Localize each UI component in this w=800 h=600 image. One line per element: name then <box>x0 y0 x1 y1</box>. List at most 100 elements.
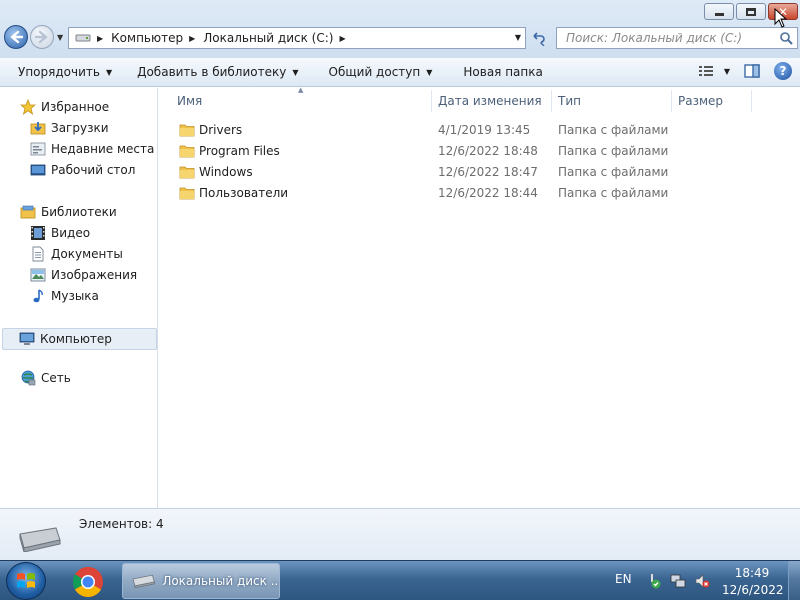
column-header-name[interactable]: Имя <box>177 88 202 114</box>
system-clock[interactable]: 18:49 12/6/2022 <box>722 565 784 599</box>
toolbar-right: ▼ ? <box>698 62 792 80</box>
file-name-cell: Program Files <box>179 144 280 158</box>
breadcrumb-computer[interactable]: Компьютер ▶ <box>111 31 203 45</box>
search-box[interactable] <box>556 27 798 49</box>
address-dropdown-icon[interactable]: ▼ <box>515 33 521 42</box>
preview-pane-icon[interactable] <box>744 63 760 79</box>
taskbar-explorer-window[interactable]: Локальный диск ... <box>122 563 280 599</box>
add-to-library-menu[interactable]: Добавить в библиотеку ▼ <box>121 58 307 86</box>
column-header-size[interactable]: Размер <box>678 88 723 114</box>
nav-downloads-label: Загрузки <box>51 121 109 135</box>
nav-downloads[interactable]: Загрузки <box>30 120 109 136</box>
column-header-date[interactable]: Дата изменения <box>438 88 542 114</box>
history-dropdown-icon[interactable]: ▼ <box>57 33 63 42</box>
clock-time: 18:49 <box>734 566 770 580</box>
window-chrome: ✕ ▼ ▶ Компьютер ▶ Локальный диск (C:) ▶ ▼ <box>0 0 800 58</box>
file-date: 12/6/2022 18:44 <box>438 185 538 200</box>
table-row[interactable]: Пользователи 12/6/2022 18:44 Папка с фай… <box>159 182 800 203</box>
column-divider[interactable] <box>671 90 672 112</box>
file-name-cell: Drivers <box>179 123 242 137</box>
maximize-button[interactable] <box>736 3 766 20</box>
language-indicator[interactable]: EN <box>615 572 632 586</box>
details-pane: Элементов: 4 <box>0 508 800 560</box>
nav-computer[interactable]: Компьютер <box>2 328 157 350</box>
breadcrumb-root-chevron[interactable]: ▶ <box>97 34 111 43</box>
column-type-label: Тип <box>558 94 581 108</box>
nav-libraries[interactable]: Библиотеки <box>20 204 117 220</box>
file-date: 4/1/2019 13:45 <box>438 122 531 137</box>
refresh-icon <box>533 32 545 46</box>
chevron-down-icon[interactable]: ▼ <box>724 67 730 76</box>
new-folder-button[interactable]: Новая папка <box>441 58 551 86</box>
command-bar: Упорядочить ▼ Добавить в библиотеку ▼ Общи… <box>0 58 800 87</box>
start-button[interactable] <box>6 562 46 600</box>
help-icon[interactable]: ? <box>774 62 792 80</box>
nav-network-label: Сеть <box>41 371 71 385</box>
action-center-icon[interactable] <box>645 573 661 589</box>
file-name: Drivers <box>199 122 243 137</box>
breadcrumb-local-disk-label: Локальный диск (C:) <box>203 31 334 45</box>
search-input[interactable] <box>566 31 771 45</box>
hard-drive-icon <box>132 574 155 589</box>
forward-arrow-icon <box>35 30 48 44</box>
volume-muted-icon[interactable] <box>694 573 710 589</box>
nav-music[interactable]: Музыка <box>30 288 99 304</box>
table-row[interactable]: Windows 12/6/2022 18:47 Папка с файлами <box>159 161 800 182</box>
clock-date: 12/6/2022 <box>722 583 784 597</box>
nav-desktop[interactable]: Рабочий стол <box>30 162 135 178</box>
chevron-down-icon: ▼ <box>105 67 113 77</box>
folder-icon <box>179 124 195 136</box>
search-icon[interactable] <box>779 31 793 45</box>
column-divider[interactable] <box>751 90 752 112</box>
computer-icon <box>19 331 35 347</box>
organize-menu[interactable]: Упорядочить ▼ <box>0 58 121 86</box>
breadcrumb-chevron-icon[interactable]: ▶ <box>339 34 345 43</box>
forward-button[interactable] <box>30 25 54 49</box>
file-name: Program Files <box>199 143 280 158</box>
minimize-button[interactable] <box>704 3 734 20</box>
hard-drive-icon <box>19 527 61 552</box>
nav-documents[interactable]: Документы <box>30 246 123 262</box>
network-icon <box>20 370 36 386</box>
nav-recent-places[interactable]: Недавние места <box>30 141 154 157</box>
item-count: Элементов: 4 <box>79 517 164 531</box>
chevron-down-icon: ▼ <box>426 67 433 77</box>
nav-desktop-label: Рабочий стол <box>51 163 136 177</box>
column-divider[interactable] <box>551 90 552 112</box>
table-row[interactable]: Drivers 4/1/2019 13:45 Папка с файлами <box>159 119 800 140</box>
file-type: Папка с файлами <box>558 164 669 179</box>
column-divider[interactable] <box>431 90 432 112</box>
organize-label: Упорядочить <box>18 65 100 79</box>
minimize-icon <box>714 13 724 16</box>
network-tray-icon[interactable] <box>670 573 686 589</box>
nav-favorites[interactable]: Избранное <box>20 99 109 115</box>
file-type: Папка с файлами <box>558 143 669 158</box>
recent-places-icon <box>30 141 46 157</box>
share-menu[interactable]: Общий доступ ▼ <box>308 58 442 86</box>
show-desktop-button[interactable] <box>788 561 800 600</box>
nav-video[interactable]: Видео <box>30 225 90 241</box>
back-button[interactable] <box>4 25 28 49</box>
nav-network[interactable]: Сеть <box>20 370 71 386</box>
file-name-cell: Windows <box>179 165 253 179</box>
breadcrumb-chevron-icon[interactable]: ▶ <box>189 34 195 43</box>
nav-documents-label: Документы <box>51 247 123 261</box>
taskbar-window-label: Локальный диск ... <box>162 574 279 588</box>
nav-pictures[interactable]: Изображения <box>30 267 137 283</box>
refresh-button[interactable] <box>528 27 550 49</box>
video-icon <box>30 225 46 241</box>
back-arrow-icon <box>10 30 23 44</box>
change-view-button[interactable]: ▼ <box>698 64 730 78</box>
breadcrumb-local-disk[interactable]: Локальный диск (C:) ▶ <box>203 31 353 45</box>
address-bar[interactable]: ▶ Компьютер ▶ Локальный диск (C:) ▶ ▼ <box>68 27 526 49</box>
column-header-type[interactable]: Тип <box>558 88 581 114</box>
nav-pictures-label: Изображения <box>51 268 138 282</box>
add-to-library-label: Добавить в библиотеку <box>137 65 287 79</box>
music-icon <box>30 288 46 304</box>
folder-icon <box>179 145 195 157</box>
file-type: Папка с файлами <box>558 185 669 200</box>
nav-recent-label: Недавние места <box>51 142 155 156</box>
table-row[interactable]: Program Files 12/6/2022 18:48 Папка с фа… <box>159 140 800 161</box>
chrome-icon[interactable] <box>72 566 104 598</box>
file-type: Папка с файлами <box>558 122 669 137</box>
